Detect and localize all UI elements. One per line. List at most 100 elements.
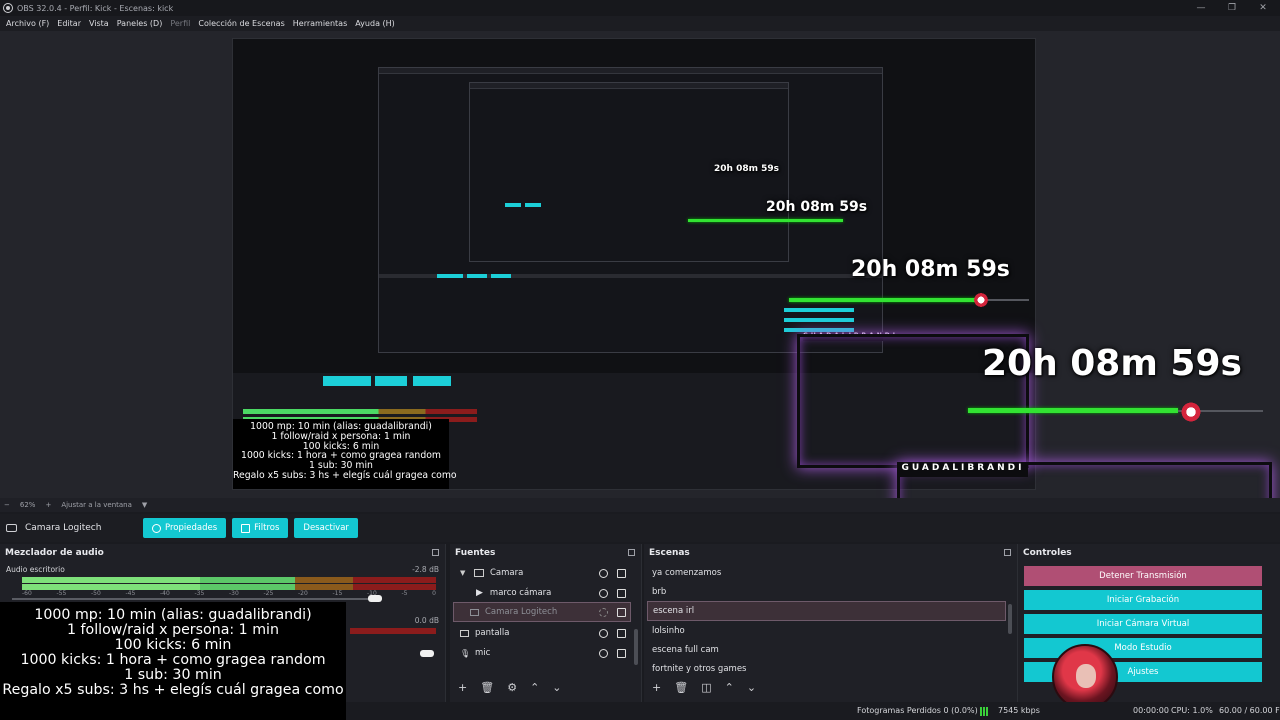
trash-icon[interactable]: 🗑 [674,681,688,694]
volume-slider-handle[interactable] [368,595,382,602]
meter-tick: -55 [56,590,67,597]
meter-tick: -40 [160,590,170,597]
rule-line: 1000 mp: 10 min (alias: guadalibrandi) [34,607,312,623]
scene-item[interactable]: lolsinho [652,621,1002,641]
visibility-eye-icon[interactable] [599,589,608,598]
meter-tick: -60 [22,590,32,597]
deactivate-button[interactable]: Desactivar [294,518,358,538]
menu-perfil: Perfil [170,19,191,28]
preview-area[interactable]: 20h 08m 59s 20h 08m 59s 20h 08m 59s GUAD… [0,31,1280,498]
menu-archivo[interactable]: Archivo (F) [2,19,53,28]
audio-mixer-title: Mezclador de audio [0,544,445,562]
gear-icon [152,523,161,533]
sources-scrollbar[interactable] [634,629,638,665]
start-recording-button[interactable]: Iniciar Grabación [1024,590,1262,610]
scenes-title: Escenas [644,544,1017,562]
cpu-usage: CPU: 1.0% [1171,706,1213,715]
window-title: OBS 32.0.4 - Perfil: Kick - Escenas: kic… [17,3,174,13]
scenes-scrollbar[interactable] [1008,604,1012,634]
rules-panel-medium: 1000 mp: 10 min (alias: guadalibrandi) 1… [233,419,457,489]
zoom-out-button[interactable]: − [4,501,10,509]
move-down-button[interactable]: ⌄ [552,681,561,694]
undock-icon[interactable] [432,549,439,556]
lock-icon[interactable] [617,569,626,578]
rules-panel-large: 1000 mp: 10 min (alias: guadalibrandi) 1… [0,602,346,720]
scene-item[interactable]: escena full cam [652,640,1002,660]
monitor-icon [460,629,469,637]
timer-progress-small [688,219,843,222]
volume-slider-track[interactable] [12,598,378,600]
audio-meter-mic [350,628,436,634]
rule-line: 1 sub: 30 min [124,666,222,683]
source-label: marco cámara [489,588,552,598]
bitrate: 7545 kbps [998,706,1040,715]
add-source-button[interactable]: + [458,681,467,694]
meter-tick: -35 [194,590,205,597]
menu-paneles[interactable]: Paneles (D) [113,19,167,28]
timer-progress-large [968,408,1178,413]
visibility-eye-icon[interactable] [599,649,608,658]
lock-icon[interactable] [617,589,626,598]
scenes-dock: Escenas ya comenzamos brb escena irl lol… [644,544,1018,720]
gear-icon[interactable]: ⚙ [507,681,517,694]
timer-overlay-small: 20h 08m 59s [766,199,868,215]
trash-icon[interactable]: 🗑 [480,681,494,694]
undock-icon[interactable] [1004,549,1011,556]
nested-cyan-button [413,376,451,386]
close-button[interactable]: ✕ [1249,0,1277,16]
minimize-button[interactable]: — [1187,0,1215,16]
filters-button[interactable]: Filtros [232,518,289,538]
scene-filters-icon[interactable]: ◫ [701,681,711,694]
start-virtual-camera-button[interactable]: Iniciar Cámara Virtual [1024,614,1262,634]
rule-line: 1 follow/raid x persona: 1 min [67,621,279,638]
obs-logo-icon [3,3,13,13]
meter-tick: -50 [91,590,101,597]
source-label: pantalla [475,628,510,638]
scene-item[interactable]: fortnite y otros games [652,659,1002,679]
lock-icon[interactable] [617,649,626,658]
move-up-button[interactable]: ⌃ [530,681,539,694]
status-bar: Fotogramas Perdidos 0 (0.0%) 7545 kbps 0… [346,702,1280,720]
scene-item[interactable]: ya comenzamos [652,563,1002,583]
title-bar: OBS 32.0.4 - Perfil: Kick - Escenas: kic… [0,0,1280,16]
move-down-button[interactable]: ⌄ [747,681,756,694]
timer-overlay-medium: 20h 08m 59s [851,257,1010,282]
menu-editar[interactable]: Editar [53,19,85,28]
maximize-button[interactable]: ❐ [1218,0,1246,16]
timer-overlay-tiny: 20h 08m 59s [714,164,779,174]
filter-icon [241,523,251,533]
move-up-button[interactable]: ⌃ [725,681,734,694]
menu-coleccion-escenas[interactable]: Colección de Escenas [194,19,288,28]
brand-banner-large: GUADALIBRANDI [898,463,1028,477]
menu-ayuda[interactable]: Ayuda (H) [351,19,399,28]
scene-item[interactable]: brb [652,582,1002,602]
mic-volume-handle[interactable] [420,650,434,657]
timer-overlay-large: 20h 08m 59s [982,343,1242,384]
visibility-eye-icon[interactable] [599,569,608,578]
hidden-eye-icon[interactable] [599,608,608,617]
visibility-eye-icon[interactable] [599,629,608,638]
properties-button[interactable]: Propiedades [143,518,227,538]
menu-herramientas[interactable]: Herramientas [289,19,352,28]
chevron-down-icon[interactable]: ▼ [460,569,474,577]
source-toolbar: Camara Logitech Propiedades Filtros Desa… [0,514,1280,542]
scenes-footer-toolbar: + 🗑 ◫ ⌃ ⌄ [652,681,756,694]
audio-mixer-dock: Mezclador de audio Audio escritorio -2.8… [0,544,446,720]
lock-icon[interactable] [617,608,626,617]
chevron-down-icon[interactable]: ▼ [142,501,147,509]
scene-item-selected[interactable]: escena irl [647,601,1006,621]
undock-icon[interactable] [628,549,635,556]
menu-vista[interactable]: Vista [85,19,113,28]
nested-cyan-button [491,274,511,278]
zoom-in-button[interactable]: + [45,501,51,509]
nested-meter [243,409,477,414]
stop-streaming-button[interactable]: Detener Transmisión [1024,566,1262,586]
selected-source-name: Camara Logitech [25,523,102,533]
audio-mixer-title-text: Mezclador de audio [5,548,104,558]
meter-tick: -5 [401,590,408,597]
fit-to-window-option[interactable]: Ajustar a la ventana [61,501,132,509]
sources-footer-toolbar: + 🗑 ⚙ ⌃ ⌄ [458,681,562,694]
rule-line: 100 kicks: 6 min [114,636,232,653]
add-scene-button[interactable]: + [652,681,661,694]
lock-icon[interactable] [617,629,626,638]
